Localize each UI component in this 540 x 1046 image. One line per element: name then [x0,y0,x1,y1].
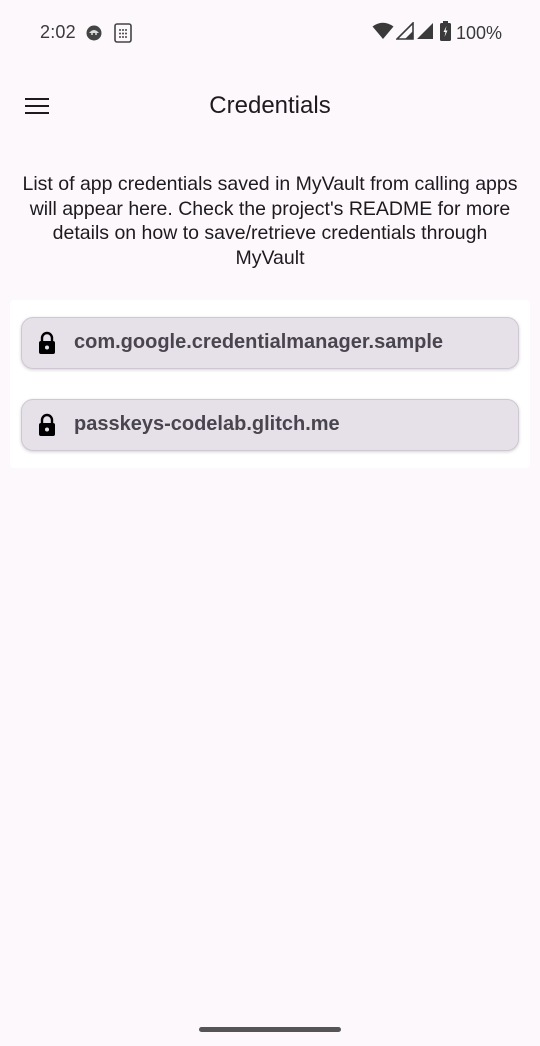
page-title: Credentials [209,92,331,119]
lock-icon [35,413,59,437]
credential-item[interactable]: com.google.credentialmanager.sample [21,317,519,369]
signal-icon [416,22,434,45]
face-icon [86,25,102,41]
credential-item[interactable]: passkeys-codelab.glitch.me [21,399,519,451]
lock-icon [35,331,59,355]
credentials-list: com.google.credentialmanager.sample pass… [10,300,530,468]
status-right-group: 100% [372,20,502,46]
gesture-navigation-handle[interactable] [199,1027,341,1032]
signal-icon [395,20,414,45]
top-app-bar: Credentials [0,72,540,144]
status-time: 2:02 [40,22,76,42]
credential-label: passkeys-codelab.glitch.me [74,413,340,435]
battery-icon [439,20,451,46]
status-bar: 2:02 100% [0,0,540,64]
description-text: List of app credentials saved in MyVault… [22,173,518,269]
credential-label: com.google.credentialmanager.sample [74,331,444,353]
wifi-icon [372,22,394,45]
sim-card-icon [114,23,132,43]
battery-percent: 100% [455,22,502,43]
